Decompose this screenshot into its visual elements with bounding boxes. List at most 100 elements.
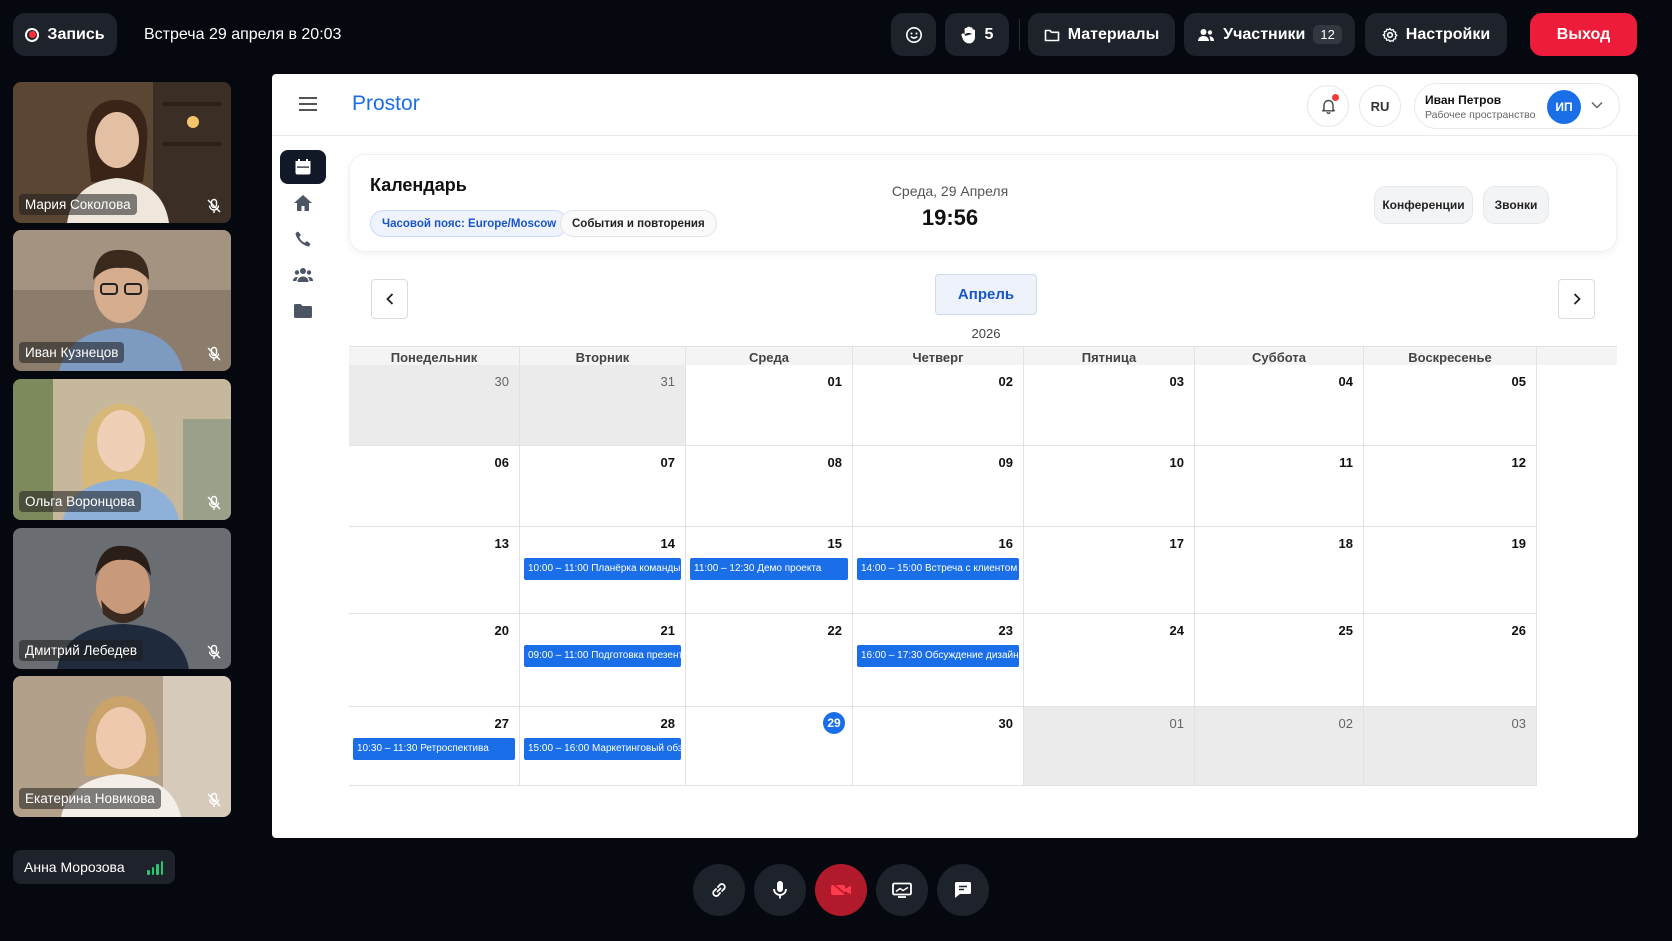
participants-button[interactable]: Участники 12: [1184, 13, 1355, 56]
app-logo: Prostor: [352, 92, 420, 115]
raise-hand-count: 5: [984, 25, 994, 43]
settings-button[interactable]: Настройки: [1365, 13, 1507, 56]
calendar-day-cell[interactable]: 20: [349, 614, 520, 707]
sidebar-item-home[interactable]: [280, 186, 326, 220]
mic-off-icon: [205, 643, 223, 661]
calendar-day-cell[interactable]: 12: [1364, 446, 1537, 527]
calendar-day-cell[interactable]: 24: [1024, 614, 1195, 707]
calendar-day-cell[interactable]: 09: [853, 446, 1024, 527]
calendar-day-cell[interactable]: 07: [520, 446, 686, 527]
app-header: Prostor RU Иван Петров Рабочее пространс…: [272, 74, 1638, 136]
day-number: 15: [827, 536, 842, 551]
notifications-button[interactable]: [1307, 85, 1349, 127]
calendar-day-cell[interactable]: 23 16:00 – 17:30 Обсуждение дизайна: [853, 614, 1024, 707]
participant-tile[interactable]: Екатерина Новикова: [13, 676, 231, 817]
materials-button[interactable]: Материалы: [1028, 13, 1175, 56]
events-chip[interactable]: События и повторения: [560, 210, 717, 237]
participant-tile[interactable]: Дмитрий Лебедев: [13, 528, 231, 669]
calendar-day-cell[interactable]: 05: [1364, 365, 1537, 446]
month-selector[interactable]: Апрель: [935, 274, 1037, 315]
calendar-day-cell[interactable]: 16 14:00 – 15:00 Встреча с клиентом: [853, 527, 1024, 614]
microphone-button[interactable]: [754, 864, 806, 916]
calendar-day-cell[interactable]: 03: [1364, 707, 1537, 786]
calendar-day-cell[interactable]: 29: [686, 707, 853, 786]
home-icon: [293, 194, 313, 212]
exit-button[interactable]: Выход: [1530, 13, 1637, 56]
today-marker: 29: [823, 712, 845, 734]
sidebar-item-files[interactable]: [280, 294, 326, 328]
day-number: 01: [827, 374, 842, 389]
sidebar-item-contacts[interactable]: [280, 258, 326, 292]
calendar-day-cell[interactable]: 17: [1024, 527, 1195, 614]
prev-month-button[interactable]: [371, 279, 408, 319]
calendar-day-cell[interactable]: 22: [686, 614, 853, 707]
materials-label: Материалы: [1067, 25, 1160, 43]
calendar-day-cell[interactable]: 02: [853, 365, 1024, 446]
calendar-day-cell[interactable]: 28 15:00 – 16:00 Маркетинговый обзор: [520, 707, 686, 786]
calendar-day-cell[interactable]: 02: [1195, 707, 1364, 786]
sidebar-item-calls[interactable]: [280, 222, 326, 256]
day-number: 30: [494, 374, 509, 389]
calendar-day-cell[interactable]: 01: [686, 365, 853, 446]
camera-button[interactable]: [815, 864, 867, 916]
day-number: 09: [998, 455, 1013, 470]
participant-name: Ольга Воронцова: [19, 491, 141, 512]
calendar-day-cell[interactable]: 30: [349, 365, 520, 446]
calls-button[interactable]: Звонки: [1483, 186, 1549, 224]
calendar-day-cell[interactable]: 25: [1195, 614, 1364, 707]
participants-count: 12: [1313, 25, 1342, 44]
menu-icon[interactable]: [298, 96, 318, 112]
calendar-day-cell[interactable]: 14 10:00 – 11:00 Планёрка команды: [520, 527, 686, 614]
language-button[interactable]: RU: [1359, 85, 1401, 127]
calendar-event[interactable]: 09:00 – 11:00 Подготовка презентации: [524, 645, 681, 667]
calendar-day-cell[interactable]: 13: [349, 527, 520, 614]
calendar-day-cell[interactable]: 08: [686, 446, 853, 527]
calendar-day-cell[interactable]: 11: [1195, 446, 1364, 527]
calendar-day-cell[interactable]: 10: [1024, 446, 1195, 527]
day-number: 02: [1338, 716, 1353, 731]
calendar-day-cell[interactable]: 15 11:00 – 12:30 Демо проекта: [686, 527, 853, 614]
reactions-button[interactable]: [891, 13, 936, 56]
top-bar: Запись Встреча 29 апреля в 20:03 5 Матер…: [13, 13, 1672, 56]
next-month-button[interactable]: [1558, 279, 1595, 319]
calendar-day-cell[interactable]: 06: [349, 446, 520, 527]
calendar-day-cell[interactable]: 03: [1024, 365, 1195, 446]
calendar-event[interactable]: 10:30 – 11:30 Ретроспектива: [353, 738, 515, 760]
raise-hand-button[interactable]: 5: [945, 13, 1009, 56]
conferences-button[interactable]: Конференции: [1374, 186, 1473, 224]
day-number: 07: [660, 455, 675, 470]
sidebar-item-calendar[interactable]: [280, 150, 326, 184]
calendar-day-cell[interactable]: 30: [853, 707, 1024, 786]
calendar-day-cell[interactable]: 31: [520, 365, 686, 446]
record-button[interactable]: Запись: [13, 13, 117, 56]
calendar-event[interactable]: 15:00 – 16:00 Маркетинговый обзор: [524, 738, 681, 760]
copy-link-button[interactable]: [693, 864, 745, 916]
day-number: 02: [998, 374, 1013, 389]
participant-tile[interactable]: Мария Соколова: [13, 82, 231, 223]
calendar-day-cell[interactable]: 19: [1364, 527, 1537, 614]
calendar-event[interactable]: 10:00 – 11:00 Планёрка команды: [524, 558, 681, 580]
calendar-day-cell[interactable]: 04: [1195, 365, 1364, 446]
day-number: 04: [1338, 374, 1353, 389]
calendar-day-cell[interactable]: 26: [1364, 614, 1537, 707]
timezone-chip[interactable]: Часовой пояс: Europe/Moscow: [370, 210, 569, 237]
weekday-label: Понедельник: [349, 347, 520, 366]
chat-button[interactable]: [937, 864, 989, 916]
participant-name: Мария Соколова: [19, 194, 137, 215]
calendar-event[interactable]: 14:00 – 15:00 Встреча с клиентом: [857, 558, 1019, 580]
day-number: 24: [1169, 623, 1184, 638]
calendar-day-cell[interactable]: 27 10:30 – 11:30 Ретроспектива: [349, 707, 520, 786]
calendar-event[interactable]: 16:00 – 17:30 Обсуждение дизайна: [857, 645, 1019, 667]
participant-tile[interactable]: Ольга Воронцова: [13, 379, 231, 520]
calendar-event[interactable]: 11:00 – 12:30 Демо проекта: [690, 558, 848, 580]
calendar-day-cell[interactable]: 01: [1024, 707, 1195, 786]
participant-tile[interactable]: Иван Кузнецов: [13, 230, 231, 371]
screen-share-button[interactable]: [876, 864, 928, 916]
day-number: 18: [1338, 536, 1353, 551]
user-menu[interactable]: Иван Петров Рабочее пространство ИП: [1414, 83, 1620, 129]
calendar-day-cell[interactable]: 21 09:00 – 11:00 Подготовка презентации: [520, 614, 686, 707]
record-icon: [25, 27, 40, 42]
participant-name: Дмитрий Лебедев: [19, 640, 144, 661]
calendar-day-cell[interactable]: 18: [1195, 527, 1364, 614]
audio-participant[interactable]: Анна Морозова: [13, 850, 175, 884]
